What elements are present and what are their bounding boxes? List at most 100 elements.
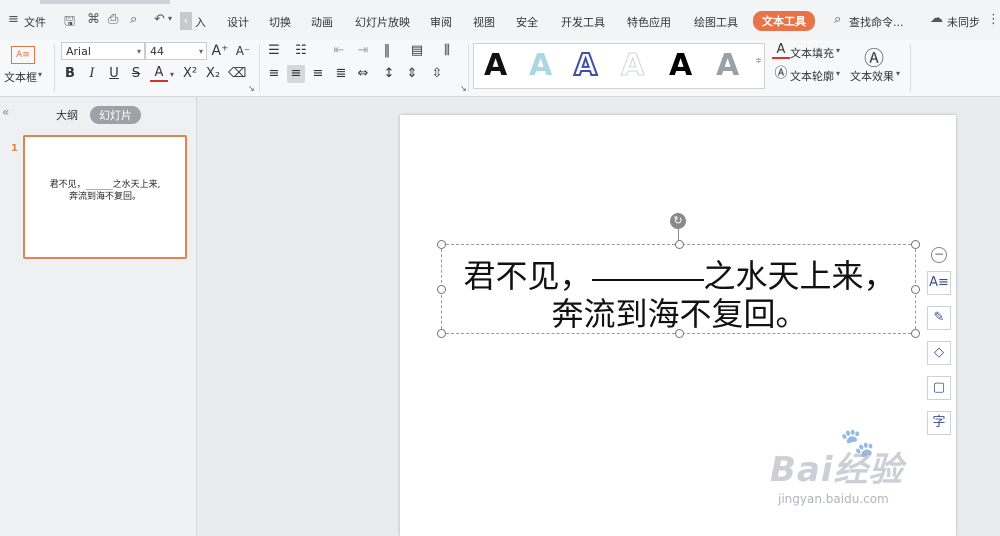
text-fill-dropdown-icon[interactable]: ▾: [836, 46, 840, 55]
text-fill-button[interactable]: 文本填充: [790, 45, 834, 61]
tab-security[interactable]: 安全: [516, 14, 538, 30]
bullets-icon[interactable]: ☰: [265, 42, 283, 60]
wordart-style-light-blue[interactable]: A: [529, 48, 552, 84]
resize-handle-left[interactable]: [437, 285, 446, 294]
fill-bucket-icon[interactable]: ◇: [927, 341, 951, 365]
resize-handle-top-left[interactable]: [437, 240, 446, 249]
text-outline-dropdown-icon[interactable]: ▾: [836, 69, 840, 78]
collapse-panel-icon[interactable]: «: [2, 105, 9, 119]
divider: [468, 44, 469, 92]
subscript-icon[interactable]: X₂: [204, 65, 222, 83]
paragraph-dialog-launcher-icon[interactable]: ↘: [460, 84, 467, 93]
align-center-icon[interactable]: ≡: [287, 65, 305, 83]
text-direction-icon[interactable]: ‖: [378, 42, 396, 60]
font-dialog-launcher-icon[interactable]: ↘: [248, 84, 255, 93]
columns-icon[interactable]: ⫼: [438, 42, 456, 60]
line-spacing-icon[interactable]: ↕: [380, 65, 398, 83]
tab-developer[interactable]: 开发工具: [561, 14, 605, 30]
text-effect-dropdown-icon[interactable]: ▾: [896, 69, 900, 78]
hamburger-menu-icon[interactable]: ≡: [8, 12, 19, 27]
slide-thumbnail[interactable]: 君不见，______之水天上来, 奔流到海不复回。: [23, 135, 187, 259]
sync-status[interactable]: 未同步: [947, 14, 980, 30]
gallery-more-icon[interactable]: ≑: [755, 56, 762, 65]
tab-slideshow[interactable]: 幻灯片放映: [355, 14, 410, 30]
search-icon: ⌕: [834, 12, 842, 27]
clear-format-icon[interactable]: ⌫: [228, 65, 246, 83]
align-left-icon[interactable]: ≡: [265, 65, 283, 83]
resize-handle-top-right[interactable]: [911, 240, 920, 249]
tab-design[interactable]: 设计: [227, 14, 249, 30]
divider: [259, 44, 260, 92]
decrease-indent-icon[interactable]: ⇤: [330, 42, 348, 60]
menu-bar: ≡ 文件 🖫 ⌘ ⎙ ⌕ ↶ ▾ ‹ 入 设计 切换 动画 幻灯片放映 审阅 视…: [0, 0, 1000, 41]
tab-drawing-tools[interactable]: 绘图工具: [694, 14, 738, 30]
wordart-style-gray[interactable]: A: [716, 48, 739, 84]
font-name-select[interactable]: Arial ▾: [61, 42, 145, 60]
file-menu[interactable]: 文件: [24, 14, 46, 30]
tab-transition[interactable]: 切换: [269, 14, 291, 30]
tab-view[interactable]: 视图: [473, 14, 495, 30]
decrease-font-size-icon[interactable]: A⁻: [234, 42, 252, 60]
tab-special-features[interactable]: 特色应用: [627, 14, 671, 30]
collapse-tools-icon[interactable]: −: [931, 247, 947, 263]
rotate-handle-icon[interactable]: ↻: [670, 213, 686, 229]
textbox-icon[interactable]: A≡: [11, 46, 35, 64]
paragraph-spacing-icon[interactable]: ⇕: [403, 65, 421, 83]
wordart-style-shadow[interactable]: A: [669, 48, 692, 84]
bold-icon[interactable]: B: [61, 65, 79, 83]
print-icon[interactable]: ⎙: [108, 12, 118, 27]
undo-icon[interactable]: ↶: [154, 12, 165, 27]
text-outline-button[interactable]: 文本轮廓: [790, 68, 834, 84]
justify-icon[interactable]: ≣: [332, 65, 350, 83]
cloud-sync-icon: ☁: [930, 11, 943, 26]
wordart-style-black[interactable]: A: [484, 48, 507, 84]
tab-outline[interactable]: 大纲: [56, 107, 78, 123]
pen-icon[interactable]: ✎: [927, 306, 951, 330]
selected-textbox[interactable]: 君不见， 之水天上来， 奔流到海不复回。: [437, 240, 920, 338]
italic-icon[interactable]: I: [83, 65, 101, 83]
numbering-icon[interactable]: ☷: [292, 42, 310, 60]
font-color-icon[interactable]: A: [150, 65, 168, 82]
strikethrough-icon[interactable]: S: [127, 65, 145, 83]
text-style-icon[interactable]: A≡: [927, 271, 951, 295]
wordart-style-white[interactable]: A: [620, 48, 644, 84]
resize-handle-bottom-right[interactable]: [911, 329, 920, 338]
scroll-left-icon[interactable]: ‹: [180, 12, 192, 30]
text-effect-button[interactable]: 文本效果: [850, 68, 894, 84]
share-icon[interactable]: ⋮: [987, 12, 1000, 27]
text-fill-icon[interactable]: A: [772, 42, 790, 59]
textbox-button[interactable]: 文本框: [4, 69, 37, 85]
undo-dropdown-icon[interactable]: ▾: [168, 14, 172, 23]
chevron-down-icon: ▾: [198, 47, 203, 56]
increase-font-size-icon[interactable]: A⁺: [211, 42, 229, 60]
resize-handle-right[interactable]: [911, 285, 920, 294]
text-effect-icon[interactable]: Ⓐ: [864, 42, 884, 71]
superscript-icon[interactable]: X²: [181, 65, 199, 83]
tab-slides[interactable]: 幻灯片: [90, 106, 141, 124]
resize-handle-bottom-left[interactable]: [437, 329, 446, 338]
increase-indent-icon[interactable]: ⇥: [354, 42, 372, 60]
print-preview-icon[interactable]: ⌕: [130, 12, 137, 27]
tab-insert[interactable]: 入: [195, 14, 206, 30]
align-right-icon[interactable]: ≡: [309, 65, 327, 83]
font-size-select[interactable]: 44 ▾: [145, 42, 207, 60]
text-outline-icon[interactable]: Ⓐ: [772, 65, 790, 83]
watermark-url: jingyan.baidu.com: [778, 492, 889, 506]
resize-handle-top[interactable]: [675, 240, 684, 249]
distribute-icon[interactable]: ⇔: [354, 65, 372, 83]
resize-handle-bottom[interactable]: [675, 329, 684, 338]
underline-icon[interactable]: U: [105, 65, 123, 83]
tab-animation[interactable]: 动画: [311, 14, 333, 30]
thumbnail-line-2: 奔流到海不复回。: [68, 192, 141, 202]
tab-review[interactable]: 审阅: [430, 14, 452, 30]
tab-text-tools[interactable]: 文本工具: [753, 11, 815, 31]
wordart-style-blue-outline[interactable]: A: [573, 47, 598, 84]
spacing-options-icon[interactable]: ⇳: [428, 65, 446, 83]
save-icon[interactable]: 🖫: [64, 12, 75, 34]
format-painter-icon[interactable]: ⌘: [87, 12, 100, 27]
command-search[interactable]: 查找命令...: [849, 14, 904, 30]
align-text-icon[interactable]: ▤: [408, 42, 426, 60]
font-color-dropdown-icon[interactable]: ▾: [170, 70, 174, 79]
textbox-dropdown-icon[interactable]: ▾: [38, 70, 42, 79]
outline-frame-icon[interactable]: ▢: [927, 376, 951, 400]
